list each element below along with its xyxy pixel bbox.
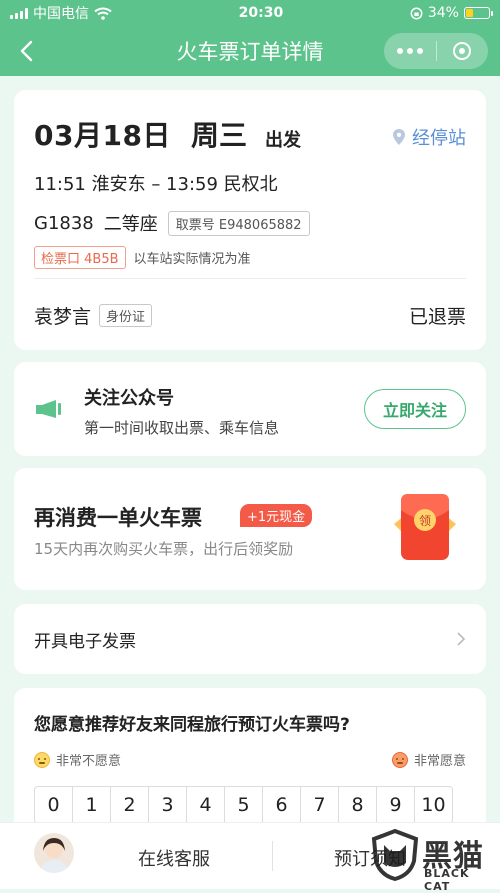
passenger-row: 袁梦言 身份证 已退票 [34,302,466,329]
trip-weekday: 周三 [190,119,247,152]
rating-option[interactable]: 0 [34,786,73,824]
battery-icon [463,7,493,19]
clock: 20:30 [238,5,284,21]
bottom-bar: 在线客服 预订须知 黑猫 BLACK CAT [0,822,500,893]
promo-title: 再消费一单火车票 [34,506,202,530]
scale-high-label: 非常愿意 [413,754,466,769]
target-circle-icon [453,42,472,60]
red-packet-char: 领 [419,514,431,528]
rating-option[interactable]: 10 [414,786,453,824]
watermark-sub: BLACK CAT [424,867,470,893]
rating-option[interactable]: 7 [300,786,339,824]
stops-link[interactable]: 经停站 [392,124,466,150]
trip-times: 11:51 淮安东 – 13:59 民权北 [34,174,278,195]
bottom-separator [272,841,273,871]
black-cat-watermark: 黑猫 BLACK CAT [370,828,494,893]
gate-note: 以车站实际情况为准 [133,252,251,267]
rating-option[interactable]: 2 [110,786,149,824]
rating-option[interactable]: 1 [72,786,111,824]
rating-option[interactable]: 8 [338,786,377,824]
survey-question: 您愿意推荐好友来同程旅行预订火车票吗? [34,715,350,735]
seat-class: 二等座 [103,214,158,235]
page-title: 火车票订单详情 [176,40,324,64]
follow-account-card: 关注公众号 第一时间收取出票、乘车信息 立即关注 [14,362,486,456]
rating-option[interactable]: 3 [148,786,187,824]
follow-title: 关注公众号 [84,388,174,409]
close-mini-program-button[interactable] [437,33,489,69]
more-menu-button[interactable] [384,33,436,69]
id-type-tag: 身份证 [99,304,153,327]
invoice-label: 开具电子发票 [34,631,136,652]
trip-date: 03月18日 [34,119,171,152]
rating-option[interactable]: 6 [262,786,301,824]
cash-reward-badge: +1元现金 [240,504,313,527]
neutral-face-icon [34,751,50,768]
stops-link-label: 经停站 [412,128,466,149]
nav-bar: 火车票订单详情 [0,26,500,76]
back-arrow-icon[interactable] [16,39,38,63]
location-pin-icon [393,129,405,145]
online-service-button[interactable]: 在线客服 [138,845,210,871]
invoice-row[interactable]: 开具电子发票 [14,604,486,674]
status-bar: 中国电信 20:30 34% [0,0,500,26]
follow-subtitle: 第一时间收取出票、乘车信息 [84,419,280,437]
ticket-status: 已退票 [408,306,466,328]
avatar-illustration [40,838,68,873]
promo-card[interactable]: 再消费一单火车票 +1元现金 15天内再次购买火车票，出行后领奖励 领 [14,468,486,590]
depart-label: 出发 [264,130,301,151]
carrier-name: 中国电信 [33,6,89,22]
rating-option[interactable]: 5 [224,786,263,824]
service-avatar[interactable] [34,833,74,873]
rating-option[interactable]: 9 [376,786,415,824]
rotation-lock-icon [410,7,423,19]
megaphone-icon [36,400,61,418]
train-number: G1838 [34,212,94,234]
rating-scale: 0 1 2 3 4 5 6 7 8 9 10 [34,786,453,824]
signal-icon [10,7,28,19]
promo-subtitle: 15天内再次购买火车票，出行后领奖励 [34,540,294,558]
red-packet-icon: 领 [394,494,456,560]
rating-option[interactable]: 4 [186,786,225,824]
chevron-right-icon [457,632,466,646]
wifi-icon [94,7,112,20]
passenger-name: 袁梦言 [34,306,92,328]
gate-tag: 检票口 4B5B [34,246,126,269]
battery-percent: 34% [427,5,459,21]
pickup-number-tag: 取票号 E948065882 [167,210,310,236]
divider [34,278,466,279]
scale-low-label: 非常不愿意 [56,754,122,769]
follow-now-button[interactable]: 立即关注 [364,389,466,429]
trip-card: 03月18日 周三 出发 经停站 11:51 淮安东 – 13:59 民权北 G… [14,90,486,350]
cat-shield-icon [371,828,419,882]
mini-program-capsule [384,33,488,69]
happy-face-icon [391,751,408,768]
more-dots-icon [396,48,423,54]
